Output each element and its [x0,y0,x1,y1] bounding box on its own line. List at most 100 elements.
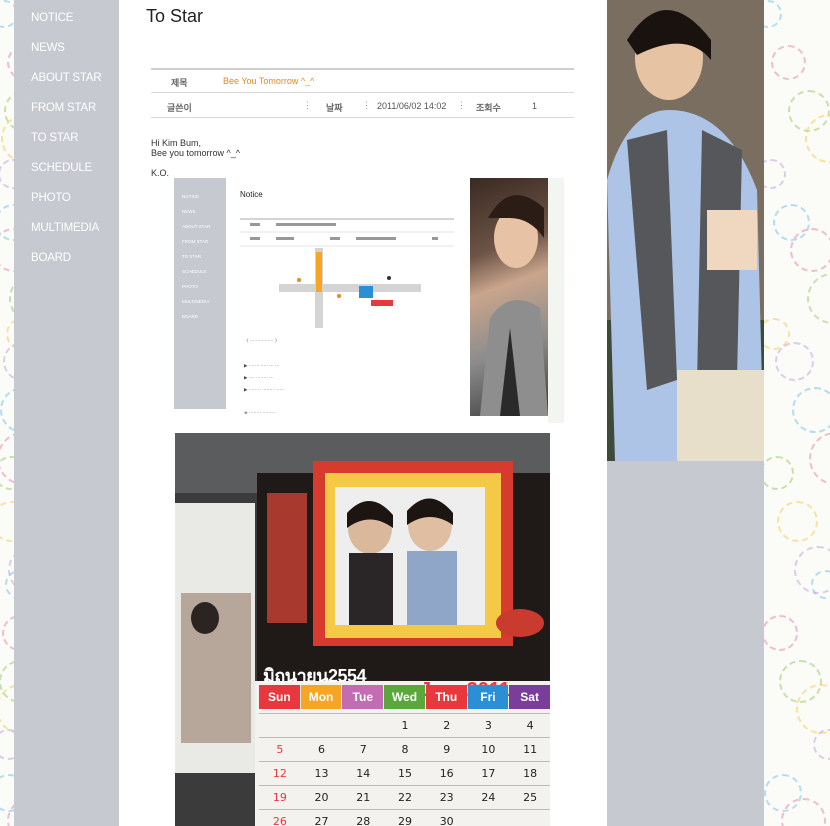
star-portrait-icon [480,195,548,416]
doodle-circle-icon [1,114,14,163]
doodle-circle-icon [0,387,14,433]
doodle-circle-icon [764,615,798,651]
embedded-nav-item: MULTIMEDIA [182,299,210,304]
calendar-date-cell: 20 [300,785,343,809]
calendar-grid: 1 2 3 4 5 6 7 8 9 10 11 12 13 14 15 16 17 18 19 20 21 22 23 24 2… [259,713,550,826]
doodle-circle-icon [0,729,14,760]
doodle-circle-icon [0,456,14,490]
page-title: To Star [146,6,204,26]
post-body-line: Hi Kim Bum, [151,138,202,148]
embedded-star-photo [470,178,548,416]
calendar-date-cell: 24 [467,785,510,809]
calendar-date-cell: 16 [425,761,468,785]
calendar-day-fri: Fri [467,685,509,709]
post-body-line: Bee you tomorrow ^_^ [151,148,240,158]
calendar-day-wed: Wed [384,685,425,709]
calendar-date-cell: 14 [342,761,385,785]
embedded-nav-item: PHOTO [182,284,198,289]
calendar-date-cell: 23 [425,785,468,809]
doodle-circle-icon [777,501,818,542]
embedded-nav-item: NEWS [182,209,196,214]
calendar-date-cell: 25 [509,785,550,809]
right-column-panel [607,461,764,826]
doodle-circle-icon [771,45,806,80]
doodle-circle-icon [0,159,14,189]
post-body-signature: K.O. [151,168,170,178]
nav-from-star[interactable]: FROM STAR [31,102,96,114]
post-header-bottom-rule [151,117,574,118]
calendar-date-cell: 5 [259,737,301,761]
doodle-circle-icon [764,0,782,28]
calendar-date-cell: 7 [342,737,385,761]
embedded-text-bullet: ▶ ······· ····· ··· ··· [244,363,280,368]
calendar-date-cell: 6 [300,737,343,761]
doodle-circle-icon [809,432,830,485]
calendar-date-cell: 12 [259,761,301,785]
nav-about-star[interactable]: ABOUT STAR [31,72,102,84]
subject-label: 제목 [171,78,188,88]
doodle-circle-icon [775,342,814,381]
date-label: 날짜 [326,103,343,113]
calendar-date-cell: 26 [259,809,301,826]
doodle-circle-icon [790,228,830,272]
calendar-date-cell [467,809,510,826]
nav-multimedia[interactable]: MULTIMEDIA [31,222,99,234]
nav-notice[interactable]: NOTICE [31,12,73,24]
calendar-date-cell [259,713,301,737]
doodle-circle-icon [5,570,14,599]
doodle-circle-icon [3,342,14,381]
nav-board[interactable]: BOARD [31,252,71,264]
doodle-circle-icon [792,387,830,433]
embedded-nav-item: TO STAR [182,254,202,259]
doodle-circle-icon [2,615,14,651]
calendar-date-cell: 11 [509,737,550,761]
nav-news[interactable]: NEWS [31,42,65,54]
calendar-date-cell: 21 [342,785,385,809]
embedded-decor-strip [548,178,564,423]
calendar-date-cell: 9 [425,737,468,761]
calendar-date-cell: 13 [300,761,343,785]
separator: ⋮ [362,100,371,110]
embedded-map-icon [279,248,421,328]
calendar-photo: มิถุนายน2554 June2011 SunMonTueWedThuFri… [175,433,550,826]
embedded-screenshot-image: NOTICE NEWS ABOUT STAR FROM STAR TO STAR… [161,178,564,423]
doodle-circle-icon [764,159,786,189]
post-subject: Bee You Tomorrow ^_^ [223,76,315,86]
embedded-text-bullet: 〈 ················ 〉 [244,338,280,343]
calendar-date-cell: 4 [509,713,550,737]
nav-schedule[interactable]: SCHEDULE [31,162,92,174]
calendar-day-sat: Sat [509,685,550,709]
calendar-date-cell: 8 [384,737,426,761]
main-content: To Star 제목 Bee You Tomorrow ^_^ 글쓴이 ⋮ 날짜… [119,0,607,826]
doodle-circle-icon [764,456,794,490]
calendar-date-cell: 19 [259,785,301,809]
calendar-date-cell: 17 [467,761,510,785]
separator: ⋮ [457,100,466,110]
nav-photo[interactable]: PHOTO [31,192,71,204]
doodle-circle-icon [0,501,14,542]
embedded-header-table [240,218,454,247]
calendar-date-cell [509,809,550,826]
calendar-date-cell: 2 [425,713,468,737]
post-header-top-rule [151,68,574,70]
post-date: 2011/06/02 14:02 [377,101,447,111]
nav-to-star[interactable]: TO STAR [31,132,79,144]
left-decor-strip [0,0,14,826]
embedded-nav-item: BOARD [182,314,199,319]
separator: ⋮ [303,100,312,110]
calendar-day-header: Sun Mon Tue Wed Thu Fri Sat [259,685,550,709]
calendar-date-cell: 15 [384,761,426,785]
calendar-date-cell: 18 [509,761,550,785]
embedded-nav-item: ABOUT STAR [182,224,211,229]
right-decor-strip [764,0,830,826]
doodle-circle-icon [807,273,830,324]
calendar-date-cell: 30 [425,809,468,826]
calendar-day-thu: Thu [425,685,467,709]
sidebar-nav: NOTICE NEWS ABOUT STAR FROM STAR TO STAR… [14,0,119,826]
calendar-day-mon: Mon [300,685,342,709]
doodle-circle-icon [0,684,14,734]
author-label: 글쓴이 [167,103,192,113]
embedded-nav-item: NOTICE [182,194,200,199]
embedded-sidebar: NOTICE NEWS ABOUT STAR FROM STAR TO STAR… [174,178,226,409]
calendar-date-cell: 1 [384,713,426,737]
